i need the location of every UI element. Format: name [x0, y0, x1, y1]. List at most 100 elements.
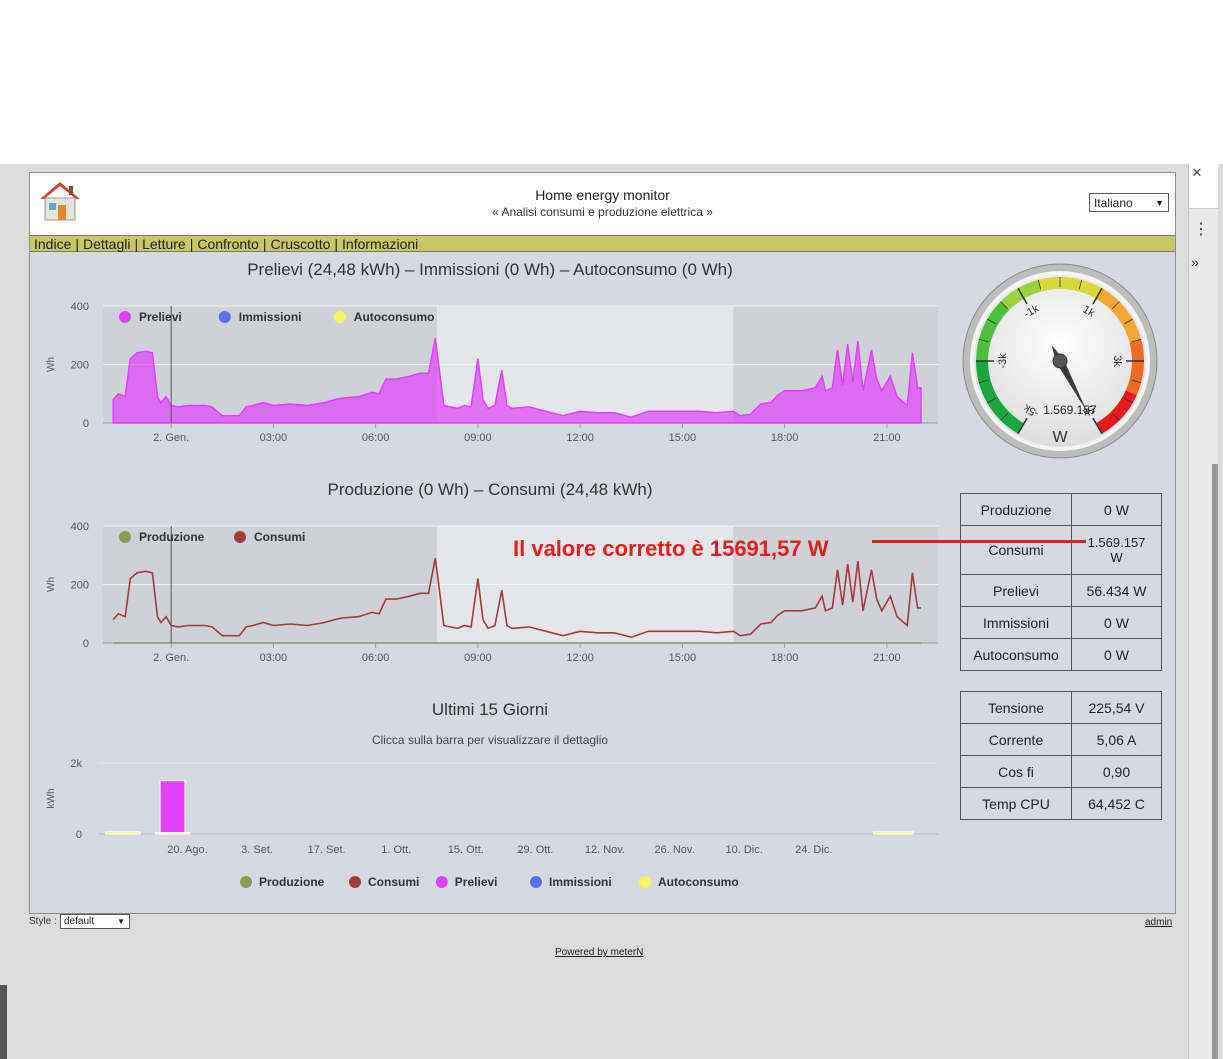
close-icon[interactable]: ✕	[1189, 166, 1205, 180]
power-table-label: Prelievi	[960, 574, 1072, 607]
gauge-hub	[1052, 353, 1068, 369]
system-table-label: Temp CPU	[960, 787, 1072, 820]
legend-label: Immissioni	[549, 875, 612, 889]
system-table: Tensione 225,54 V Corrente 5,06 A Cos fi 0,90…	[960, 691, 1162, 820]
legend-label: Autoconsumo	[658, 875, 739, 889]
x-tick-label: 03:00	[260, 432, 288, 444]
bar-prelievi	[159, 780, 186, 835]
style-select[interactable]: default ▼	[60, 914, 130, 929]
y-tick-label: 0	[83, 638, 89, 650]
x-tick-label: 2. Gen.	[153, 652, 189, 664]
x-tick-label: 15:00	[669, 652, 697, 664]
nav-separator: |	[262, 236, 267, 252]
system-table-value: 64,452 C	[1071, 787, 1162, 820]
x-tick-label: 2. Gen.	[153, 432, 189, 444]
y-axis-label: kWh	[46, 789, 57, 809]
legend-marker	[218, 311, 231, 323]
language-select-value: Italiano	[1094, 196, 1133, 210]
chevron-down-icon: ▼	[117, 917, 125, 926]
app-header: Home energy monitor « Analisi consumi e …	[30, 173, 1175, 235]
x-tick-label: 06:00	[362, 652, 390, 664]
x-tick-label: 12. Nov.	[585, 844, 625, 856]
power-table-row: Consumi 1.569.157 W	[960, 525, 1162, 575]
legend-label: Prelievi	[139, 310, 182, 324]
app-container: Home energy monitor « Analisi consumi e …	[29, 172, 1176, 914]
y-axis-label: Wh	[46, 577, 57, 592]
power-table-value: 0 W	[1071, 638, 1162, 671]
system-table-label: Cos fi	[960, 755, 1072, 788]
x-tick-label: 06:00	[362, 432, 390, 444]
system-table-label: Corrente	[960, 723, 1072, 756]
app-subtitle: « Analisi consumi e produzione elettrica…	[492, 205, 713, 219]
x-tick-label: 12:00	[566, 432, 594, 444]
nav-informazioni[interactable]: Informazioni	[342, 236, 418, 252]
legend-label: Prelievi	[455, 875, 498, 889]
chevron-down-icon: ▼	[1155, 198, 1164, 208]
power-table: Produzione 0 W Consumi 1.569.157 W Prelievi 5…	[960, 493, 1162, 671]
nav-indice[interactable]: Indice	[34, 236, 71, 252]
y-tick-label: 0	[76, 829, 82, 841]
legend-marker	[240, 876, 252, 888]
main-nav: Indice | Dettagli | Letture | Confronto | Crusco…	[30, 235, 1175, 252]
expand-icon[interactable]: »	[1189, 254, 1220, 270]
x-tick-label: 15:00	[669, 432, 697, 444]
language-select[interactable]: Italiano ▼	[1089, 193, 1169, 212]
legend-label: Autoconsumo	[354, 310, 435, 324]
system-table-value: 0,90	[1071, 755, 1162, 788]
scrollbar[interactable]	[1212, 464, 1218, 1059]
legend-marker	[435, 876, 448, 888]
x-tick-label: 03:00	[260, 652, 288, 664]
power-table-label: Consumi	[960, 525, 1072, 575]
more-menu-icon[interactable]: ⋮	[1189, 222, 1222, 238]
legend-label: Produzione	[259, 875, 325, 889]
admin-link[interactable]: admin	[1145, 917, 1172, 928]
power-table-row: Immissioni 0 W	[960, 606, 1162, 639]
app-title: Home energy monitor	[535, 187, 670, 203]
nav-dettagli[interactable]: Dettagli	[83, 236, 130, 252]
x-tick-label: 17. Set.	[308, 844, 346, 856]
x-tick-label: 3. Set.	[241, 844, 273, 856]
power-table-value: 0 W	[1071, 606, 1162, 639]
x-tick-label: 10. Dic.	[726, 844, 763, 856]
x-tick-label: 09:00	[464, 652, 492, 664]
powered-by-link[interactable]: Powered by meterN	[555, 947, 643, 958]
system-table-row: Cos fi 0,90	[960, 755, 1162, 788]
gauge-unit-label: W	[1052, 429, 1068, 446]
x-tick-label: 1. Ott.	[381, 844, 411, 856]
legend-label: Produzione	[139, 530, 205, 544]
chart2-title: Produzione (0 Wh) – Consumi (24,48 kWh)	[327, 480, 653, 499]
system-table-value: 225,54 V	[1071, 691, 1162, 724]
legend-marker	[234, 531, 246, 543]
gauge-tick-label: 3k	[1111, 355, 1123, 367]
y-tick-label: 400	[71, 301, 89, 313]
daily-bar-chart[interactable]: 0 2k kWh 20. Ago. 3. Set. 17. Set. 1. Ott. 15. …	[30, 751, 950, 896]
x-tick-label: 09:00	[464, 432, 492, 444]
y-tick-label: 2k	[70, 758, 82, 770]
power-table-label: Immissioni	[960, 606, 1072, 639]
power-table-row: Produzione 0 W	[960, 493, 1162, 526]
nav-separator: |	[189, 236, 194, 252]
nav-letture[interactable]: Letture	[142, 236, 186, 252]
power-table-row: Prelievi 56.434 W	[960, 574, 1162, 607]
power-gauge: -5k-3k-1k 1k3k5k1.569.157W	[962, 263, 1158, 459]
nav-confronto[interactable]: Confronto	[197, 236, 258, 252]
nav-cruscotto[interactable]: Cruscotto	[270, 236, 330, 252]
system-table-value: 5,06 A	[1071, 723, 1162, 756]
power-table-row: Autoconsumo 0 W	[960, 638, 1162, 671]
x-tick-label: 21:00	[873, 432, 901, 444]
nav-separator: |	[134, 236, 139, 252]
legend-marker	[530, 876, 542, 888]
prelievi-chart[interactable]: 0 200 400 Wh 2. Gen. 03:00 06:00 09:00 12:00 15:0…	[30, 291, 950, 461]
x-tick-label: 24. Dic.	[795, 844, 832, 856]
x-tick-label: 29. Ott.	[517, 844, 553, 856]
legend-marker	[639, 876, 651, 888]
power-table-value: 0 W	[1071, 493, 1162, 526]
legend-marker	[349, 876, 361, 888]
side-panel-top: ✕	[1189, 164, 1218, 209]
chart1-title: Prelievi (24,48 kWh) – Immissioni (0 Wh)…	[247, 260, 733, 279]
correction-annotation: Il valore corretto è 15691,57 W	[513, 536, 829, 561]
left-edge-bar	[0, 985, 7, 1059]
y-tick-label: 400	[71, 521, 89, 533]
system-table-row: Corrente 5,06 A	[960, 723, 1162, 756]
browser-side-panel: ✕ ⋮ »	[1188, 164, 1218, 1059]
